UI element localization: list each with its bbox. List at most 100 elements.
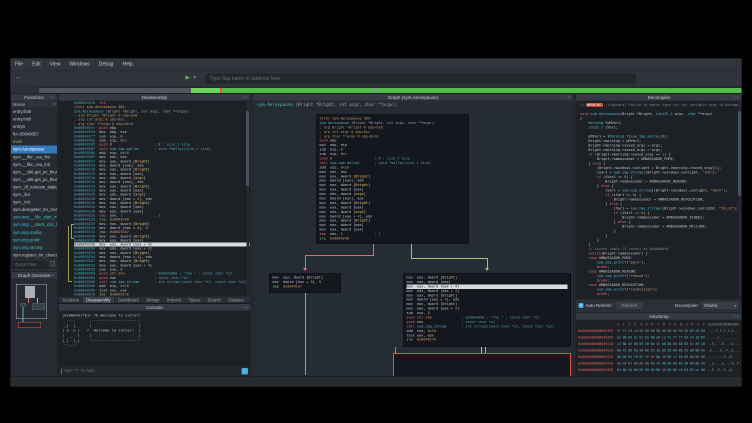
menu-file[interactable]: File <box>11 59 28 71</box>
close-icon[interactable]: × <box>245 305 248 310</box>
close-icon[interactable]: × <box>52 273 55 278</box>
filter-icon[interactable] <box>51 261 56 266</box>
sort-caret-icon: ▾ <box>53 101 55 108</box>
menu-bar: FileEditViewWindowsDebugHelp <box>11 59 742 71</box>
hexdump-panel: Hexdump ▫× 0123456789ABCDEF0123456789ABC… <box>576 313 743 377</box>
function-item[interactable]: sym.imp.printf <box>11 236 57 244</box>
graph-node-entry[interactable]: (fcn) sym.Aerospause 384sym.Aerospause (… <box>316 114 469 244</box>
function-item[interactable]: sym.register_tm_clones <box>11 251 57 258</box>
jump-arrow-stub <box>68 281 72 282</box>
seek-address-input[interactable] <box>206 74 636 84</box>
close-icon[interactable]: × <box>737 95 740 100</box>
function-item[interactable]: sym.deregister_tm_clones <box>11 206 57 214</box>
function-item[interactable]: sym.__x86.get_pc_thunk.bx <box>11 176 57 184</box>
function-item[interactable]: fcn.08049057 <box>11 131 57 139</box>
graph-overview-panel: Graph Overview ▫× <box>11 272 58 377</box>
run-debug-button[interactable]: ▶ <box>186 74 190 81</box>
functions-list: entry.fini0entry.init0entry0fcn.08049057… <box>11 108 57 258</box>
desktop-background: FileEditViewWindowsDebugHelp ← → ▶ ▾ Fun… <box>0 0 752 423</box>
function-item[interactable]: sym._init <box>11 199 57 207</box>
decompiler-scrollbar[interactable] <box>739 102 742 297</box>
function-item[interactable]: entry.init0 <box>11 116 57 124</box>
hexdump-row[interactable]: 0x0000000008049250048b45088950048b45088b… <box>578 367 740 374</box>
edge-true-green <box>411 258 487 259</box>
graph-node-row[interactable]: jle 0x8049246 <box>320 237 466 241</box>
function-item[interactable]: sym.imp.strcmp <box>11 244 57 252</box>
minimap-edge-red <box>28 298 29 303</box>
seekbar-segment-green <box>222 88 742 93</box>
close-icon[interactable]: × <box>245 95 248 100</box>
disassembly-row[interactable]: 0x08049270 jne 0x8049276 <box>74 293 250 296</box>
function-signature-bar: sym.Aerospause (Bright *Bright, int argc… <box>253 101 573 109</box>
auto-refresh-label: Auto Refresh <box>586 303 612 308</box>
function-item[interactable]: entry.fini0 <box>11 108 57 116</box>
tab-dashboard[interactable]: Dashboard <box>114 297 142 304</box>
graph-node-true-branch[interactable]: mov eax, dword [Bright]mov dword [eax + … <box>269 273 341 293</box>
console-run-button[interactable]: › <box>242 368 249 375</box>
graph-node-row[interactable]: jmp 0x80492a7 <box>273 284 338 288</box>
function-item[interactable]: sym._dl_relocate_static_pie <box>11 183 57 191</box>
tab-disassembly[interactable]: Disassembly <box>83 297 115 304</box>
close-icon[interactable]: × <box>568 95 571 100</box>
quick-filter-input[interactable] <box>13 261 47 268</box>
function-item[interactable]: main <box>11 138 57 146</box>
function-item[interactable]: sym._fini <box>11 191 57 199</box>
graph-node-row[interactable]: jne 0x8049276 <box>407 338 568 342</box>
refresh-button[interactable]: Refresh <box>616 302 643 310</box>
functions-panel-title: Functions ▫× <box>11 94 57 101</box>
function-item[interactable]: sym.imp.__stack_chk_fail <box>11 221 57 229</box>
tab-classes[interactable]: Classes <box>225 297 248 304</box>
function-item[interactable]: sym.__libc_csu_fini <box>11 153 57 161</box>
edge-false-red <box>305 255 374 256</box>
decompiler-controls: ✔ Auto Refresh Refresh Decompiler: Ghidr… <box>576 299 742 311</box>
jump-arrow-line <box>71 224 72 239</box>
text-cursor <box>62 369 63 375</box>
console-input-row[interactable]: Type "?" for help › <box>59 366 250 376</box>
tab-types[interactable]: Types <box>185 297 204 304</box>
minimap-exit-node <box>18 322 41 328</box>
edge-false-red <box>305 255 306 269</box>
close-icon[interactable]: × <box>52 95 55 100</box>
functions-panel: Functions ▫× Name▾ entry.fini0entry.init… <box>11 94 58 269</box>
jump-arrow-line <box>68 226 69 282</box>
graph-overview-minimap[interactable] <box>11 279 57 376</box>
function-item[interactable]: sym.__x86.get_pc_thunk.bp <box>11 168 57 176</box>
tab-sections[interactable]: Sections <box>59 297 83 304</box>
console-panel-title: Console ▫× <box>59 304 250 311</box>
cutter-window: FileEditViewWindowsDebugHelp ← → ▶ ▾ Fun… <box>10 58 742 387</box>
decompiler-engine-select[interactable]: Ghidra▾ <box>701 302 739 310</box>
function-item[interactable]: sym.imp.__libc_start_main <box>11 214 57 222</box>
graph-canvas[interactable]: (fcn) sym.Aerospause 384sym.Aerospause (… <box>253 109 573 376</box>
decompiler-line[interactable]: // WARNING: [r2ghidra] Failed to match t… <box>580 103 742 108</box>
menu-windows[interactable]: Windows <box>65 59 94 71</box>
function-item[interactable]: entry0 <box>11 123 57 131</box>
console-line: '----' <box>62 343 247 348</box>
toolbar: ← → ▶ ▾ <box>11 71 742 87</box>
seekbar-segment-green-bright <box>191 88 220 93</box>
run-options-caret-icon[interactable]: ▾ <box>194 75 196 81</box>
decompiler-panel-title: Decompiler ▫× <box>576 94 742 101</box>
menu-help[interactable]: Help <box>118 59 137 71</box>
tab-search[interactable]: Search <box>204 297 225 304</box>
function-item[interactable]: sym.Aerospause <box>11 146 57 154</box>
edge-true-green <box>411 244 412 259</box>
graph-panel: Graph (sym.Aerospause) ▫× sym.Aerospause… <box>253 94 574 377</box>
function-item[interactable]: sym.imp.malloc <box>11 229 57 237</box>
tab-imports[interactable]: Imports <box>163 297 185 304</box>
tab-strings[interactable]: Strings <box>143 297 164 304</box>
close-icon[interactable]: × <box>737 314 740 319</box>
forward-button[interactable]: → <box>28 73 35 81</box>
minimap-left-node <box>20 303 26 307</box>
graph-node-else-branch[interactable]: mov eax, dword [Bright]mov eax, dword [e… <box>403 273 571 347</box>
menu-edit[interactable]: Edit <box>28 59 46 71</box>
decompiler-code: // WARNING: [r2ghidra] Failed to match t… <box>576 101 742 299</box>
auto-refresh-checkbox[interactable]: ✔ <box>579 303 584 308</box>
console-input-placeholder: Type "?" for help <box>64 368 95 373</box>
function-item[interactable]: sym.__libc_csu_init <box>11 161 57 169</box>
back-button[interactable]: ← <box>16 73 23 81</box>
functions-name-header[interactable]: Name▾ <box>11 101 57 108</box>
decompiler-line[interactable]: break; <box>580 292 742 297</box>
menu-debug[interactable]: Debug <box>94 59 118 71</box>
menu-view[interactable]: View <box>45 59 65 71</box>
graph-node-exit[interactable] <box>393 353 571 376</box>
